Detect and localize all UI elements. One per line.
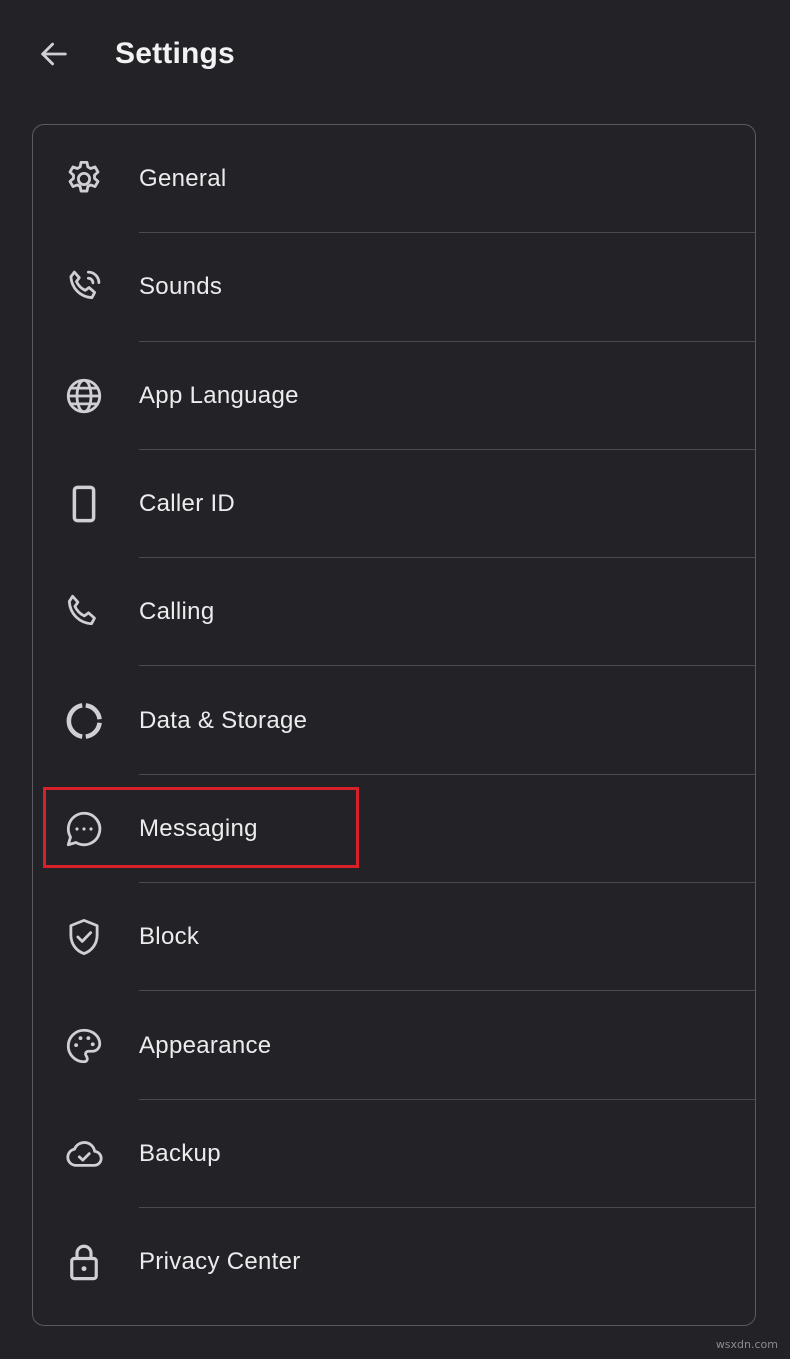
settings-item-label: Sounds (139, 273, 223, 301)
settings-item-label: Caller ID (139, 490, 236, 518)
watermark: wsxdn.com (715, 1338, 778, 1351)
settings-item-caller-id[interactable]: Caller ID (33, 450, 755, 559)
settings-item-label: Backup (139, 1139, 221, 1167)
settings-item-label: Messaging (139, 814, 258, 842)
settings-item-general[interactable]: General (33, 125, 755, 234)
gear-icon (61, 156, 107, 202)
lock-icon (61, 1239, 107, 1285)
settings-item-label: General (139, 165, 227, 193)
settings-item-privacy-center[interactable]: Privacy Center (33, 1208, 755, 1316)
shield-check-icon (61, 914, 107, 960)
chat-bubble-icon (61, 806, 107, 852)
palette-icon (61, 1023, 107, 1069)
settings-item-appearance[interactable]: Appearance (33, 991, 755, 1100)
settings-list: General Sounds App Language Caller ID Ca… (32, 124, 756, 1326)
smartphone-icon (61, 481, 107, 527)
phone-icon (61, 589, 107, 635)
donut-chart-icon (61, 698, 107, 744)
settings-item-block[interactable]: Block (33, 883, 755, 992)
phone-ringing-icon (61, 264, 107, 310)
settings-item-label: App Language (139, 381, 299, 409)
settings-item-sounds[interactable]: Sounds (33, 233, 755, 342)
cloud-check-icon (61, 1131, 107, 1177)
settings-item-label: Privacy Center (139, 1248, 301, 1276)
page-title: Settings (115, 37, 235, 70)
settings-item-calling[interactable]: Calling (33, 558, 755, 667)
settings-item-messaging[interactable]: Messaging (33, 775, 755, 884)
settings-item-label: Calling (139, 598, 215, 626)
arrow-left-icon (41, 42, 67, 66)
globe-icon (61, 373, 107, 419)
back-button[interactable] (30, 30, 78, 78)
settings-item-data-storage[interactable]: Data & Storage (33, 666, 755, 775)
app-bar: Settings (0, 0, 790, 110)
settings-item-backup[interactable]: Backup (33, 1100, 755, 1208)
settings-item-label: Block (139, 923, 200, 951)
settings-item-label: Data & Storage (139, 706, 308, 734)
settings-item-label: Appearance (139, 1031, 272, 1059)
settings-item-app-language[interactable]: App Language (33, 342, 755, 450)
